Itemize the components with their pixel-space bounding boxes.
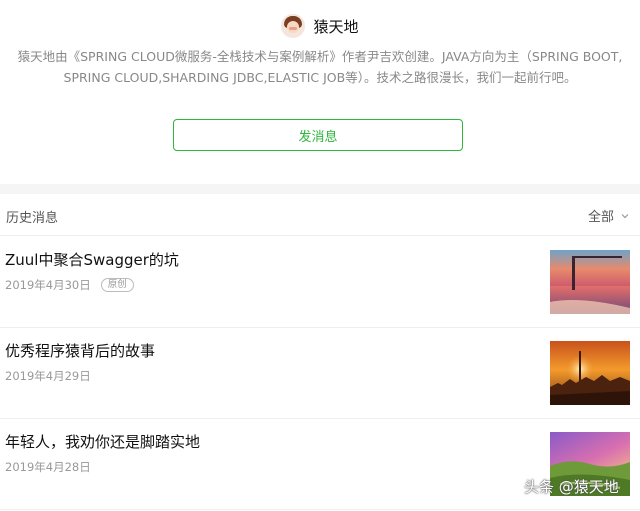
history-title: 历史消息 xyxy=(6,211,59,226)
article-meta: 2019年4月28日 xyxy=(5,459,91,475)
article-meta: 2019年4月30日 原创 xyxy=(5,277,134,293)
history-header: 历史消息 全部 xyxy=(0,194,640,236)
chevron-down-icon xyxy=(621,213,629,218)
send-message-button[interactable]: 发消息 xyxy=(173,119,463,151)
article-meta: 2019年4月29日 xyxy=(5,368,91,384)
filter-label: 全部 xyxy=(587,210,614,225)
account-name: 猿天地 xyxy=(313,17,359,36)
avatar[interactable] xyxy=(281,14,306,38)
section-divider xyxy=(0,184,640,194)
article-date: 2019年4月30日 xyxy=(5,278,91,292)
watermark: 头条 @猿天地 xyxy=(524,478,619,496)
article-date: 2019年4月28日 xyxy=(5,460,91,474)
article-title[interactable]: 年轻人，我劝你还是脚踏实地 xyxy=(5,431,200,452)
article-item[interactable]: Zuul中聚合Swagger的坑 2019年4月30日 原创 xyxy=(0,237,640,328)
article-date: 2019年4月29日 xyxy=(5,369,91,383)
article-title[interactable]: 优秀程序猿背后的故事 xyxy=(5,340,155,361)
article-item[interactable]: 优秀程序猿背后的故事 2019年4月29日 xyxy=(0,328,640,419)
profile-header: 猿天地 猿天地由《SPRING CLOUD微服务-全栈技术与案例解析》作者尹吉欢… xyxy=(0,0,640,184)
account-name-row: 猿天地 xyxy=(0,10,640,42)
article-thumbnail[interactable] xyxy=(550,250,630,314)
article-thumbnail[interactable] xyxy=(550,341,630,405)
article-title[interactable]: Zuul中聚合Swagger的坑 xyxy=(5,249,179,270)
original-badge: 原创 xyxy=(100,278,134,292)
filter-dropdown[interactable]: 全部 xyxy=(588,206,630,225)
account-bio: 猿天地由《SPRING CLOUD微服务-全栈技术与案例解析》作者尹吉欢创建。J… xyxy=(17,49,623,85)
